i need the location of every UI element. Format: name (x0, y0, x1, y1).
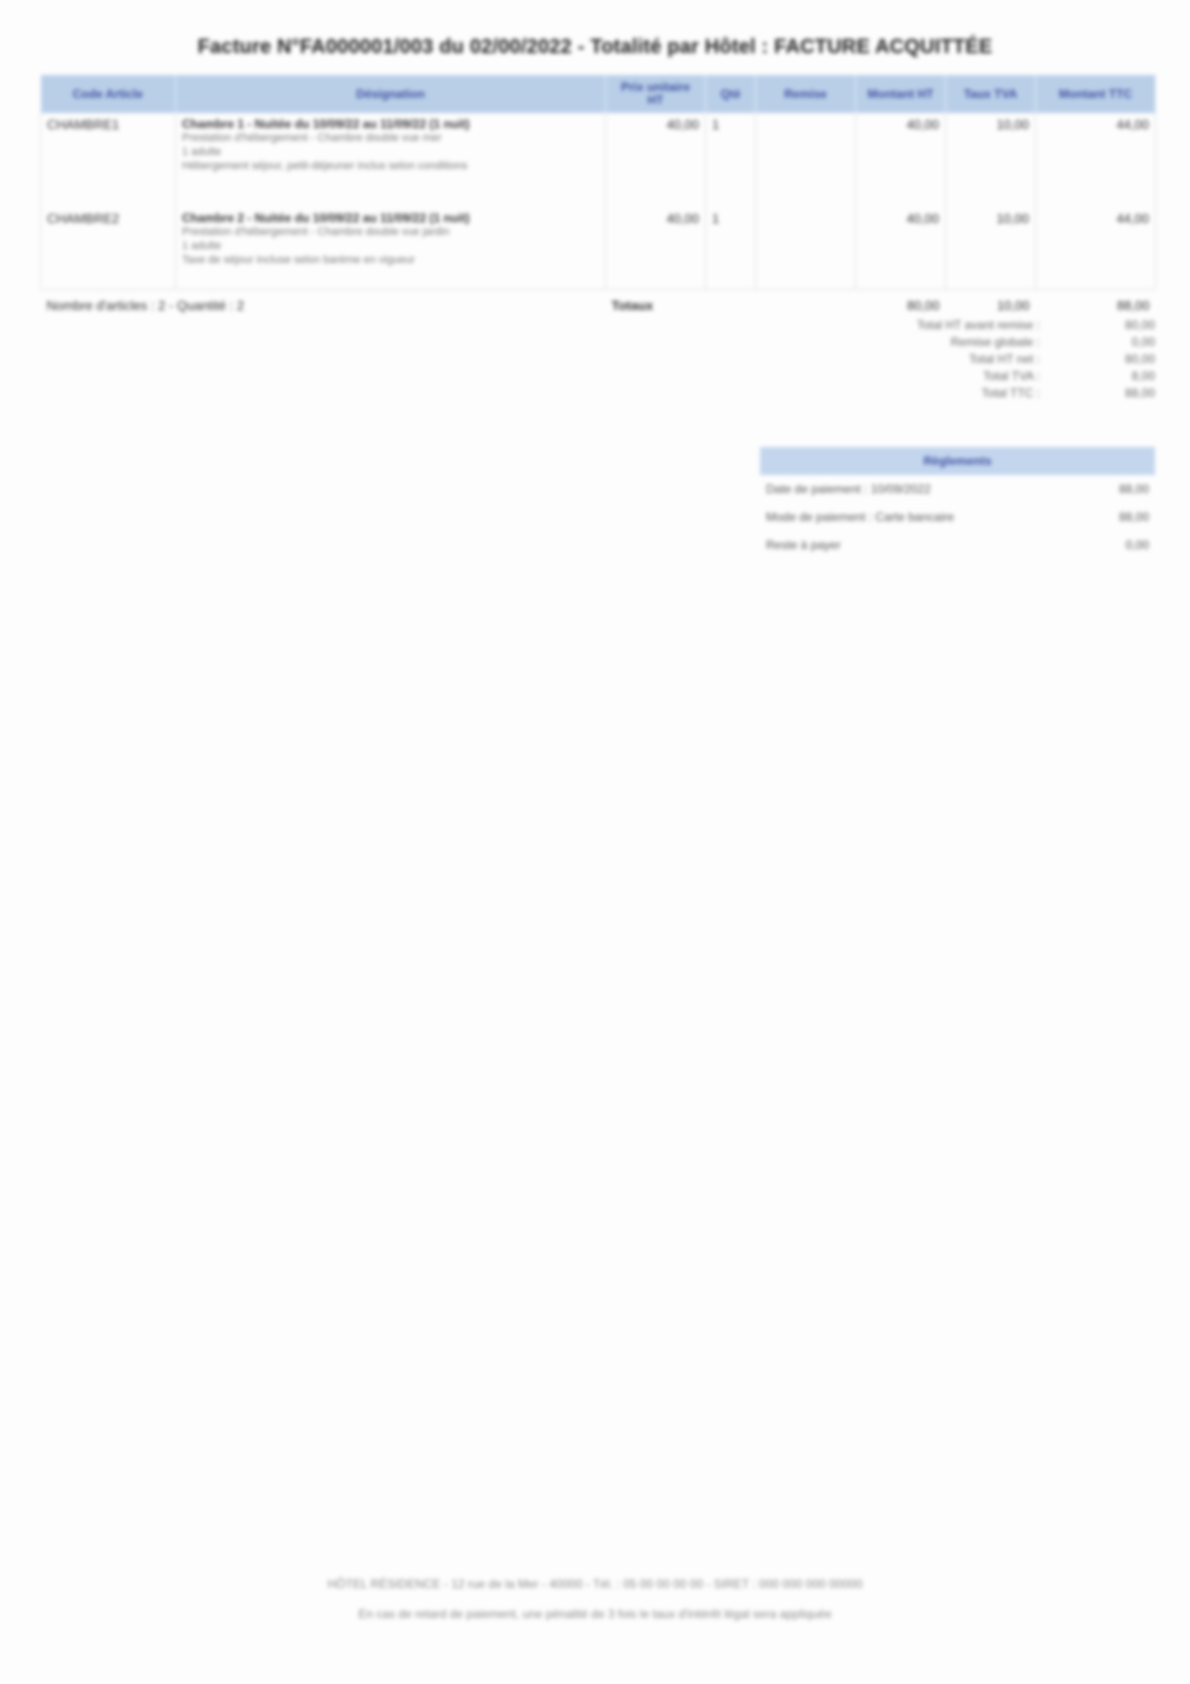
col-header-qty: Qté (705, 75, 756, 113)
item-qty: 1 (705, 113, 756, 207)
totals-row: Nombre d'articles : 2 - Quantité : 2 Tot… (41, 290, 1156, 318)
item-detail: Hébergement séjour, petit-déjeuner inclu… (182, 160, 468, 172)
totals-label: Totaux (611, 298, 654, 313)
item-detail: Taxe de séjour incluse selon barème en v… (182, 254, 415, 266)
settlement-label: Date de paiement : 10/09/2022 (766, 482, 931, 496)
item-code: CHAMBRE2 (40, 207, 176, 290)
recap-value: 0,00 (1131, 335, 1155, 349)
recap-value: 80,00 (1124, 318, 1155, 332)
table-row: Date de paiement : 10/09/2022 88,00 (760, 475, 1155, 503)
col-header-amount-ht: Montant HT (855, 75, 946, 113)
recap-line: Total TVA : 8,00 (820, 369, 1155, 386)
document-title: Facture N°FA000001/003 du 02/00/2022 - T… (197, 36, 993, 58)
item-amount-ht: 40,00 (855, 113, 946, 207)
item-code: CHAMBRE1 (40, 113, 176, 207)
total-vat-rate: 10,00 (996, 298, 1030, 313)
item-discount (755, 113, 856, 207)
item-amount-ttc: 44,00 (1035, 113, 1156, 207)
item-detail: 1 adulte (182, 240, 222, 252)
recap-value: 88,00 (1124, 386, 1155, 400)
settlement-value: 88,00 (1118, 510, 1149, 524)
col-header-vat-rate: Taux TVA (945, 75, 1036, 113)
invoice-items-table: Code Article Désignation Prix unitaire H… (40, 75, 1156, 317)
totals-recap: Total HT avant remise : 80,00 Remise glo… (820, 318, 1155, 403)
recap-line: Total HT net : 80,00 (820, 352, 1155, 369)
item-qty: 1 (705, 207, 756, 290)
item-unit-price: 40,00 (605, 207, 706, 290)
total-ht: 80,00 (906, 298, 940, 313)
recap-label: Total HT avant remise : (916, 318, 1040, 332)
recap-line: Remise globale : 0,00 (820, 335, 1155, 352)
table-row: Reste à payer 0,00 (760, 531, 1155, 559)
table-row: CHAMBRE1 Chambre 1 - Nuitée du 10/09/22 … (40, 113, 1156, 207)
total-ttc: 88,00 (1116, 298, 1150, 313)
item-vat-rate: 10,00 (945, 207, 1036, 290)
item-designation: Chambre 1 - Nuitée du 10/09/22 au 11/09/… (175, 113, 606, 207)
col-header-amount-ttc: Montant TTC (1035, 75, 1156, 113)
settlement-header: Règlements (760, 447, 1155, 475)
item-title: Chambre 2 - Nuitée du 10/09/22 au 11/09/… (182, 211, 470, 225)
table-header-row: Code Article Désignation Prix unitaire H… (40, 75, 1156, 113)
recap-label: Remise globale : (950, 335, 1040, 349)
col-header-code: Code Article (40, 75, 176, 113)
recap-label: Total TVA : (983, 369, 1040, 383)
item-detail: 1 adulte (182, 146, 222, 158)
recap-label: Total HT net : (968, 352, 1040, 366)
col-header-designation: Désignation (175, 75, 606, 113)
footer-company-line: HÔTEL RÉSIDENCE - 12 rue de la Mer - 400… (327, 1577, 863, 1591)
recap-line: Total HT avant remise : 80,00 (820, 318, 1155, 335)
item-discount (755, 207, 856, 290)
recap-line: Total TTC : 88,00 (820, 386, 1155, 403)
settlement-table: Règlements Date de paiement : 10/09/2022… (760, 447, 1155, 559)
item-detail: Prestation d'hébergement - Chambre doubl… (182, 226, 450, 238)
item-vat-rate: 10,00 (945, 113, 1036, 207)
settlement-label: Reste à payer (766, 538, 841, 552)
footer-legal-line: En cas de retard de paiement, une pénali… (358, 1607, 832, 1621)
settlement-value: 88,00 (1118, 482, 1149, 496)
col-header-unit-price: Prix unitaire HT (605, 75, 706, 113)
item-designation: Chambre 2 - Nuitée du 10/09/22 au 11/09/… (175, 207, 606, 290)
recap-value: 8,00 (1131, 369, 1155, 383)
table-row: Mode de paiement : Carte bancaire 88,00 (760, 503, 1155, 531)
item-amount-ttc: 44,00 (1035, 207, 1156, 290)
item-detail: Prestation d'hébergement - Chambre doubl… (182, 132, 442, 144)
item-amount-ht: 40,00 (855, 207, 946, 290)
table-row: CHAMBRE2 Chambre 2 - Nuitée du 10/09/22 … (40, 207, 1156, 290)
recap-label: Total TTC : (981, 386, 1040, 400)
item-title: Chambre 1 - Nuitée du 10/09/22 au 11/09/… (182, 117, 470, 131)
settlement-label: Mode de paiement : Carte bancaire (766, 510, 955, 524)
item-unit-price: 40,00 (605, 113, 706, 207)
recap-value: 80,00 (1124, 352, 1155, 366)
col-header-discount: Remise (755, 75, 856, 113)
settlement-value: 0,00 (1125, 538, 1149, 552)
items-count: Nombre d'articles : 2 - Quantité : 2 (46, 298, 245, 313)
